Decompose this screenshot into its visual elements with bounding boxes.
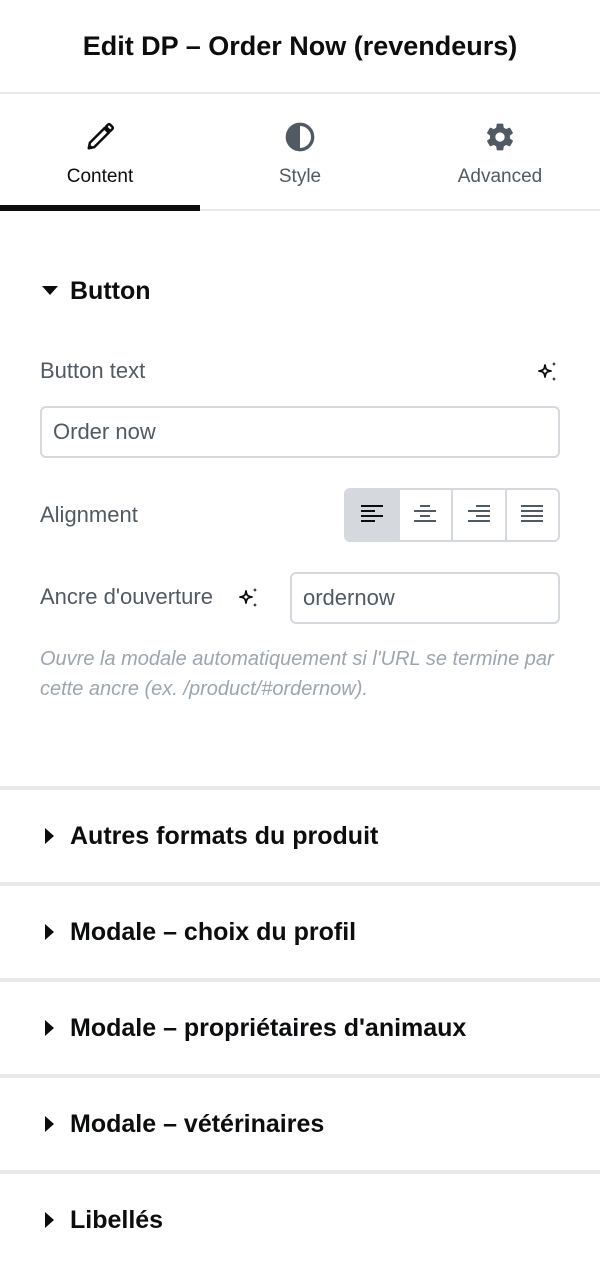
button-text-label: Button text: [40, 358, 146, 383]
section-modale-veterinaires[interactable]: Modale – vétérinaires: [0, 1074, 600, 1170]
ai-sparkle-icon[interactable]: [236, 585, 262, 611]
caret-right-icon: [40, 1018, 60, 1038]
tab-advanced[interactable]: Advanced: [400, 96, 600, 209]
alignment-control: [344, 488, 560, 542]
pencil-icon: [83, 120, 117, 154]
panel-header: Edit DP – Order Now (revendeurs): [0, 0, 600, 94]
section-title: Autres formats du produit: [70, 821, 379, 850]
section-libelles[interactable]: Libellés: [0, 1170, 600, 1266]
button-text-input[interactable]: [40, 406, 560, 458]
caret-right-icon: [40, 1114, 60, 1134]
section-title: Modale – vétérinaires: [70, 1109, 325, 1138]
contrast-icon: [283, 120, 317, 154]
align-justify-button[interactable]: [506, 490, 558, 540]
section-title: Libellés: [70, 1205, 164, 1234]
caret-right-icon: [40, 922, 60, 942]
align-left-button[interactable]: [346, 490, 400, 540]
tab-style[interactable]: Style: [200, 96, 400, 209]
section-autres-formats[interactable]: Autres formats du produit: [0, 786, 600, 882]
section-button-title: Button: [70, 276, 151, 305]
tab-content[interactable]: Content: [0, 96, 200, 211]
anchor-label: Ancre d'ouverture: [40, 584, 213, 609]
tab-advanced-label: Advanced: [457, 166, 543, 187]
section-button-toggle[interactable]: Button: [40, 274, 151, 308]
section-title: Modale – choix du profil: [70, 917, 357, 946]
section-modale-choix-profil[interactable]: Modale – choix du profil: [0, 882, 600, 978]
gear-icon: [483, 120, 517, 154]
align-justify-icon: [520, 503, 544, 528]
anchor-help-text: Ouvre la modale automatiquement si l'URL…: [40, 648, 554, 700]
section-title: Modale – propriétaires d'animaux: [70, 1013, 467, 1042]
align-right-button[interactable]: [453, 490, 507, 540]
caret-right-icon: [40, 826, 60, 846]
section-modale-proprietaires[interactable]: Modale – propriétaires d'animaux: [0, 978, 600, 1074]
ai-sparkle-icon[interactable]: [535, 359, 561, 385]
tab-content-label: Content: [66, 166, 134, 187]
align-center-button[interactable]: [399, 490, 453, 540]
align-right-icon: [467, 503, 491, 528]
caret-right-icon: [40, 1210, 60, 1230]
anchor-input[interactable]: [290, 572, 560, 624]
caret-down-icon: [40, 281, 60, 301]
align-left-icon: [360, 503, 384, 528]
align-center-icon: [413, 503, 437, 528]
panel-title: Edit DP – Order Now (revendeurs): [82, 30, 518, 61]
tab-bar: Content Style Advanced: [0, 96, 600, 211]
alignment-label: Alignment: [40, 502, 138, 527]
tab-style-label: Style: [278, 166, 322, 187]
